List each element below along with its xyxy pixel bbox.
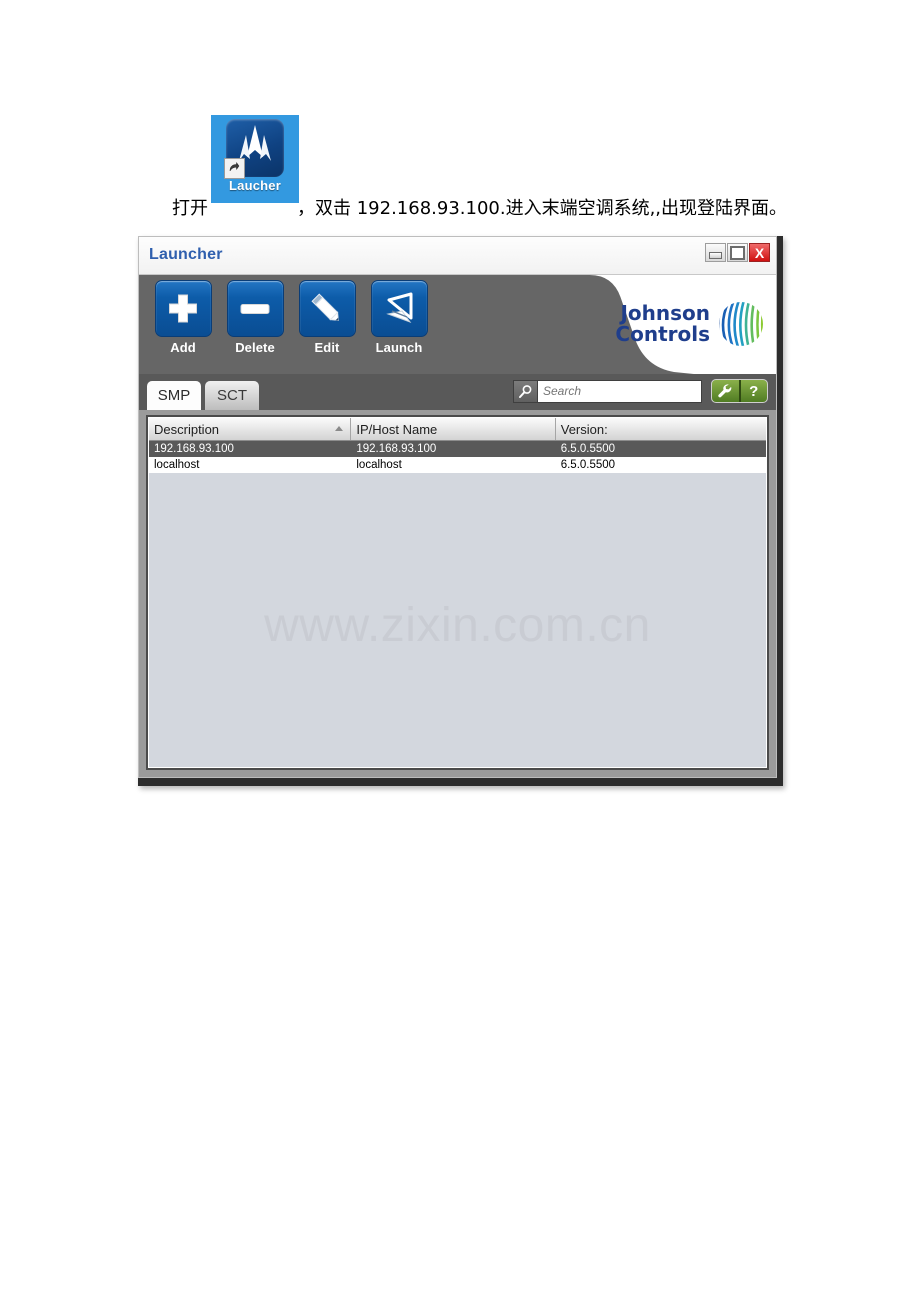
column-header-host[interactable]: IP/Host Name <box>351 418 556 440</box>
tab-sct[interactable]: SCT <box>205 381 259 410</box>
column-header-description-label: Description <box>154 421 220 437</box>
table-row[interactable]: 192.168.93.100 192.168.93.100 6.5.0.5500 <box>149 441 766 457</box>
table-row[interactable]: localhost localhost 6.5.0.5500 <box>149 457 766 473</box>
search-magnifier-icon <box>519 384 532 398</box>
add-button-tile <box>154 280 212 337</box>
desktop-icon-launcher[interactable]: Laucher <box>211 115 299 203</box>
launch-button-tile <box>370 280 428 337</box>
toolbar-buttons: Add Delete Edit Launch <box>151 280 431 355</box>
cell-host: localhost <box>356 459 402 471</box>
launch-button-label: Launch <box>375 340 423 355</box>
column-header-version-label: Version: <box>560 421 608 437</box>
shortcut-arrow-icon <box>224 158 245 179</box>
instruction-text-after: ，双击 192.168.93.100.进入末端空调系统,,出现登陆界面。 <box>297 198 788 219</box>
delete-button-label: Delete <box>235 340 275 355</box>
window-controls: X <box>705 243 770 262</box>
pencil-icon <box>311 292 339 321</box>
launch-triangle-icon <box>386 292 413 323</box>
brand-line-2: Controls <box>615 322 710 346</box>
add-button-label: Add <box>170 340 196 355</box>
connection-list-panel: Description IP/Host Name Version: 192.16… <box>146 415 769 770</box>
edit-button[interactable]: Edit <box>295 280 359 355</box>
launcher-window: Launcher X Add Delete Edit Launch Johnso… <box>138 236 783 786</box>
plus-icon <box>169 294 197 322</box>
help-button[interactable]: ? <box>738 380 768 402</box>
cell-version: 6.5.0.5500 <box>560 459 616 471</box>
launcher-app-icon <box>224 119 284 179</box>
wrench-icon <box>718 383 732 397</box>
settings-button[interactable] <box>712 380 739 402</box>
close-icon: X <box>754 244 765 261</box>
document-instruction-line: Laucher 打开 ，双击 192.168.93.100.进入末端空调系统,,… <box>0 110 920 222</box>
tab-smp[interactable]: SMP <box>147 381 201 410</box>
column-header-host-label: IP/Host Name <box>356 421 438 437</box>
cell-description: 192.168.93.100 <box>154 443 234 455</box>
cell-host: 192.168.93.100 <box>356 443 437 455</box>
instruction-text-before: 打开 <box>172 198 208 219</box>
watermark: www.zixin.com.cn <box>264 599 651 652</box>
window-inner-frame: Launcher X Add Delete Edit Launch Johnso… <box>138 236 777 778</box>
connection-list[interactable]: Description IP/Host Name Version: 192.16… <box>148 417 767 768</box>
maximize-icon <box>730 245 745 260</box>
help-icon: ? <box>749 382 759 400</box>
add-button[interactable]: Add <box>151 280 215 355</box>
launch-button[interactable]: Launch <box>367 280 431 355</box>
toolbar: Add Delete Edit Launch Johnson Controls <box>139 275 776 374</box>
edit-button-label: Edit <box>314 340 340 355</box>
search-area: ? <box>513 379 768 403</box>
table-header: Description IP/Host Name Version: <box>149 418 766 441</box>
sort-ascending-icon <box>335 426 344 431</box>
minimize-button[interactable] <box>705 243 726 262</box>
brand-wordmark: Johnson Controls <box>615 303 710 345</box>
column-header-description[interactable]: Description <box>149 418 352 440</box>
title-bar[interactable]: Launcher X <box>139 237 776 275</box>
delete-button-tile <box>226 280 284 337</box>
search-button[interactable] <box>513 379 538 403</box>
johnson-controls-logo: Johnson Controls <box>615 297 768 351</box>
search-input[interactable] <box>538 379 702 403</box>
column-header-version[interactable]: Version: <box>556 418 766 440</box>
brand-line-1: Johnson <box>620 301 710 325</box>
aux-buttons: ? <box>711 379 768 403</box>
maximize-button[interactable] <box>727 243 748 262</box>
johnson-controls-sphere-logo <box>719 302 763 346</box>
delete-button[interactable]: Delete <box>223 280 287 355</box>
tab-strip: SMP SCT ? <box>139 374 776 410</box>
window-title: Launcher <box>149 246 223 263</box>
edit-button-tile <box>298 280 356 337</box>
close-button[interactable]: X <box>749 243 770 262</box>
cell-version: 6.5.0.5500 <box>560 443 616 455</box>
desktop-icon-label: Laucher <box>229 178 281 193</box>
cell-description: localhost <box>154 459 200 471</box>
minimize-icon <box>709 252 722 259</box>
minus-icon <box>240 303 270 314</box>
